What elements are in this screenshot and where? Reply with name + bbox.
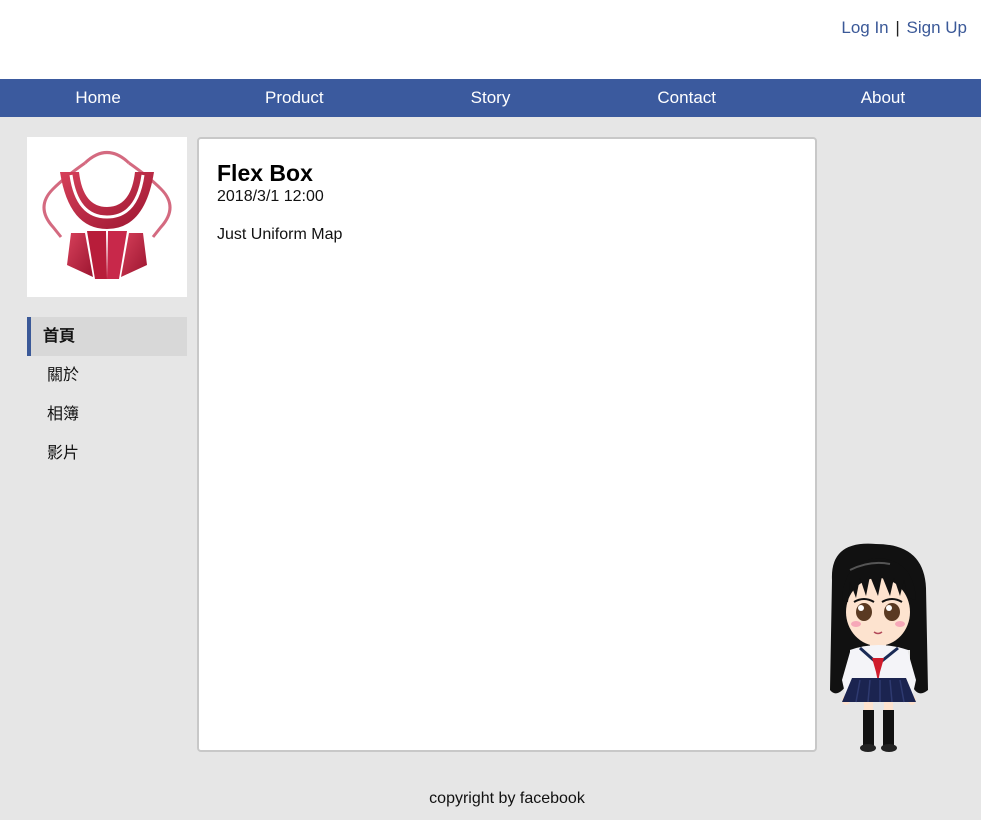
side-item-album[interactable]: 相簿 xyxy=(27,395,187,434)
main-nav: Home Product Story Contact About xyxy=(0,79,981,117)
nav-product[interactable]: Product xyxy=(196,79,392,117)
nav-home[interactable]: Home xyxy=(0,79,196,117)
post-title: Flex Box xyxy=(217,160,313,186)
side-item-about[interactable]: 關於 xyxy=(27,356,187,395)
sailor-uniform-logo-icon xyxy=(42,151,172,279)
top-header: Log In | Sign Up xyxy=(0,0,981,79)
post-card: Flex Box 2018/3/1 12:00 Just Uniform Map xyxy=(197,137,817,752)
side-menu: 首頁 關於 相簿 影片 xyxy=(27,317,187,473)
nav-contact[interactable]: Contact xyxy=(589,79,785,117)
footer-copyright: copyright by facebook xyxy=(429,790,585,807)
side-item-home[interactable]: 首頁 xyxy=(27,317,187,356)
schoolgirl-mascot-icon xyxy=(830,543,928,752)
nav-story[interactable]: Story xyxy=(392,79,588,117)
auth-links: Log In | Sign Up xyxy=(841,18,967,38)
side-item-video[interactable]: 影片 xyxy=(27,434,187,473)
login-link[interactable]: Log In xyxy=(841,18,888,37)
auth-separator: | xyxy=(895,18,900,37)
post-date: 2018/3/1 12:00 xyxy=(217,188,324,205)
post-body: Just Uniform Map xyxy=(217,226,343,243)
site-logo xyxy=(27,137,187,297)
signup-link[interactable]: Sign Up xyxy=(907,18,967,37)
nav-about[interactable]: About xyxy=(785,79,981,117)
mascot-image xyxy=(820,540,940,755)
